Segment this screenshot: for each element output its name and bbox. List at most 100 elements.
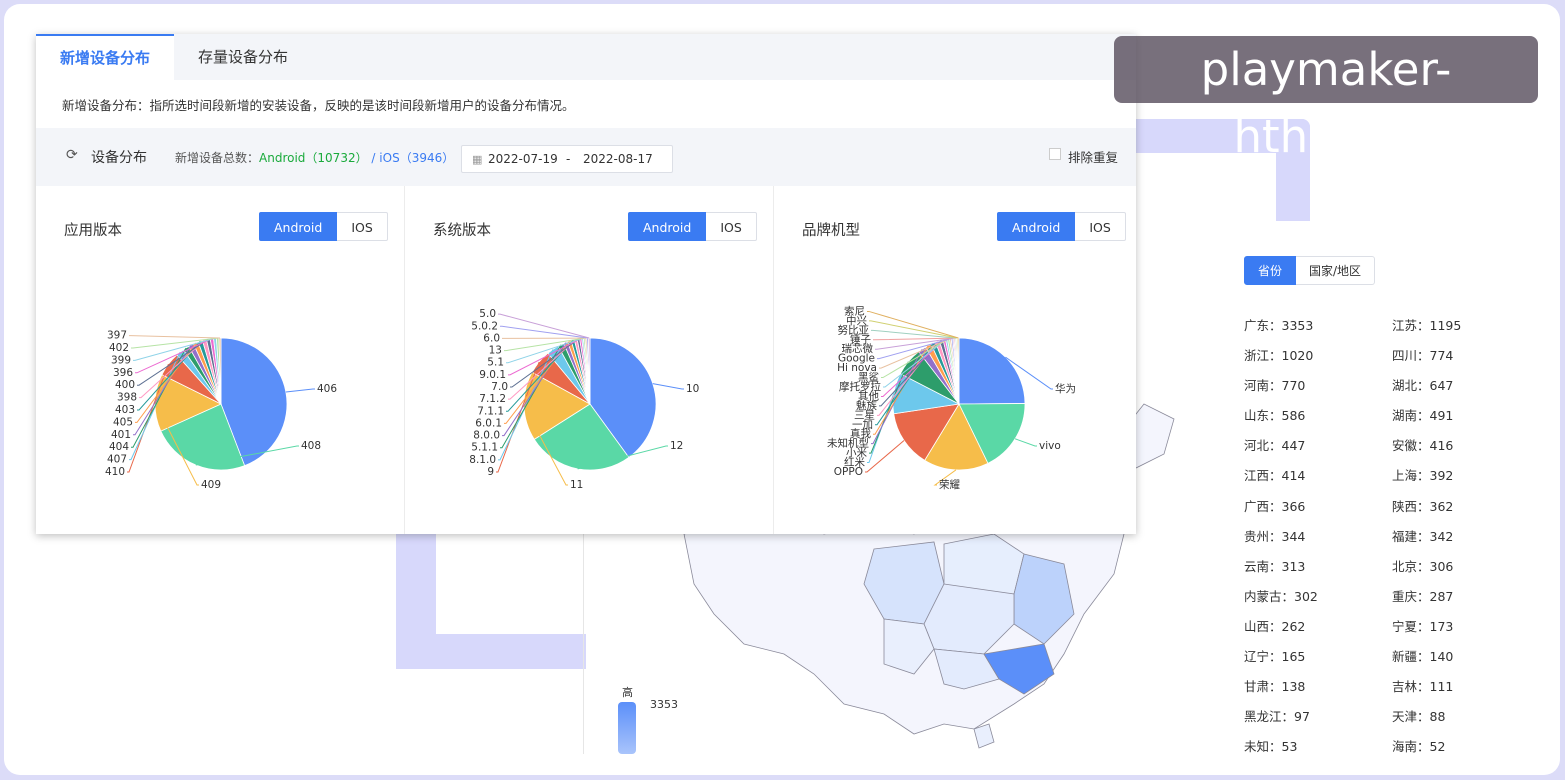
panel-title: 应用版本 [64, 223, 122, 239]
ios-button[interactable]: IOS [1075, 212, 1126, 241]
pie-label: 397 [107, 330, 127, 342]
pie-label: 13 [489, 345, 502, 357]
pie-label: 405 [113, 416, 133, 428]
pie-label: 399 [111, 354, 131, 366]
panel-brand-model: 品牌机型 Android IOS 华为 vivo 荣耀 OPPO 红米 小米 未知机型 真我一… [774, 186, 1136, 534]
tab-new-devices[interactable]: 新增设备分布 [36, 34, 175, 80]
total-prefix: 新增设备总数： [175, 151, 260, 165]
decoration-bar [396, 634, 586, 669]
legend-gradient-bar[interactable] [618, 702, 636, 754]
pie-label: 410 [105, 466, 125, 478]
pie-label: 9.0.1 [479, 369, 506, 381]
panel-os-version: 系统版本 Android IOS 10 12 11 9 8.1.0 5.1.1 8.0.0 6… [405, 186, 774, 534]
pie-label: 408 [301, 440, 321, 452]
dedupe-checkbox[interactable] [1049, 148, 1061, 160]
region-item: 江西：414 [1244, 468, 1306, 484]
region-item: 江苏：1195 [1392, 318, 1462, 333]
pie-label: 9 [487, 466, 494, 478]
pie-label: 7.1.2 [479, 393, 506, 405]
pie-label: 5.0 [479, 308, 496, 320]
date-separator: - [566, 152, 571, 166]
date-end[interactable]: 2022-08-17 [583, 152, 653, 166]
pie-label: 396 [113, 367, 133, 379]
watermark: playmaker-hth.com [1114, 36, 1538, 163]
panel-title: 品牌机型 [802, 223, 860, 239]
map-legend: 高 3353 [616, 682, 678, 762]
region-item: 湖南：491 [1392, 408, 1454, 424]
region-item: 甘肃：138 [1244, 679, 1306, 695]
pie-label: 402 [109, 342, 129, 354]
device-total: 新增设备总数：Android（10732） / iOS（3946） [175, 149, 454, 166]
region-item: 福建：342 [1392, 528, 1454, 544]
region-item: 山东：586 [1244, 408, 1306, 424]
tab-country-region[interactable]: 国家/地区 [1296, 256, 1376, 285]
region-item: 浙江：1020 [1244, 348, 1314, 364]
region-item: 未知：53 [1244, 739, 1298, 755]
date-range-picker[interactable]: ▦ 2022-07-19 - 2022-08-17 [461, 145, 673, 173]
date-start[interactable]: 2022-07-19 [488, 152, 558, 166]
pie-label-line [285, 388, 315, 393]
region-item: 广西：366 [1244, 498, 1306, 514]
pie-label: 11 [570, 479, 583, 491]
pie-label-line [500, 325, 588, 339]
pie-label: 5.1 [487, 357, 504, 369]
legend-max-value: 3353 [650, 698, 678, 711]
pie-label-line [498, 313, 590, 339]
region-item: 黑龙江：97 [1244, 709, 1310, 725]
android-button[interactable]: Android [997, 212, 1076, 241]
region-item: 上海：392 [1392, 468, 1454, 484]
pie-slice[interactable] [958, 337, 1026, 405]
region-item: 四川：774 [1392, 348, 1454, 364]
pie-label: 398 [117, 392, 137, 404]
region-tabs: 省份 国家/地区 [1244, 256, 1376, 285]
total-separator: / [371, 151, 376, 165]
pie-label: 406 [317, 383, 337, 395]
region-item: 湖北：647 [1392, 378, 1454, 394]
ios-button[interactable]: IOS [706, 212, 757, 241]
region-item: 陕西：362 [1392, 498, 1454, 514]
pie-label: 401 [111, 429, 131, 441]
pie-label: 400 [115, 379, 135, 391]
toolbar: ⟳ 设备分布 新增设备总数：Android（10732） / iOS（3946）… [36, 128, 1136, 186]
tab-existing-devices[interactable]: 存量设备分布 [174, 34, 312, 80]
tab-bar: 新增设备分布 存量设备分布 [36, 34, 1136, 80]
pie-label: 409 [201, 479, 221, 491]
region-item: 海南：52 [1392, 739, 1446, 755]
ios-button[interactable]: IOS [337, 212, 388, 241]
android-button[interactable]: Android [628, 212, 707, 241]
platform-toggle: Android IOS [259, 212, 388, 241]
panel-app-version: 应用版本 Android IOS 406 408 409 410 407 404 401 40… [36, 186, 405, 534]
pie-label: 荣耀 [939, 479, 960, 491]
app-frame: 高 3353 省份 国家/地区 广东：3353 江苏：1195 浙江：1020 四川：… [4, 4, 1560, 775]
region-item: 辽宁：165 [1244, 649, 1306, 665]
tab-province[interactable]: 省份 [1244, 256, 1297, 285]
pie-label: 404 [109, 441, 129, 453]
region-item: 河北：447 [1244, 438, 1306, 454]
android-button[interactable]: Android [259, 212, 338, 241]
pie-label: 8.1.0 [469, 454, 496, 466]
ios-total: iOS（3946） [379, 151, 455, 165]
pie-label: 华为 [1055, 382, 1076, 395]
region-item: 安徽：416 [1392, 438, 1454, 454]
region-item: 吉林：111 [1392, 679, 1454, 695]
region-item: 河南：770 [1244, 378, 1306, 394]
pie-label: 403 [115, 404, 135, 416]
region-item: 贵州：344 [1244, 528, 1306, 544]
region-item: 内蒙古：302 [1244, 588, 1318, 604]
region-item: 新疆：140 [1392, 649, 1454, 665]
dedupe-label[interactable]: 排除重复 [1068, 147, 1118, 166]
pie-label: 8.0.0 [473, 430, 500, 442]
toolbar-title: 设备分布 [91, 150, 147, 166]
pie-label: 6.0 [483, 332, 500, 344]
region-item: 山西：262 [1244, 618, 1306, 634]
pie-label: 5.1.1 [471, 442, 498, 454]
pie-label: 6.0.1 [475, 417, 502, 429]
divider [583, 534, 584, 754]
region-item: 北京：306 [1392, 558, 1454, 574]
pie-label: 5.0.2 [471, 320, 498, 332]
region-item: 宁夏：173 [1392, 618, 1454, 634]
region-list: 广东：3353 江苏：1195 浙江：1020 四川：774 河南：770 湖北：647 山… [1244, 311, 1504, 762]
pie-label: 索尼 [844, 304, 865, 317]
region-item: 重庆：287 [1392, 588, 1454, 604]
refresh-icon[interactable]: ⟳ [66, 147, 78, 163]
